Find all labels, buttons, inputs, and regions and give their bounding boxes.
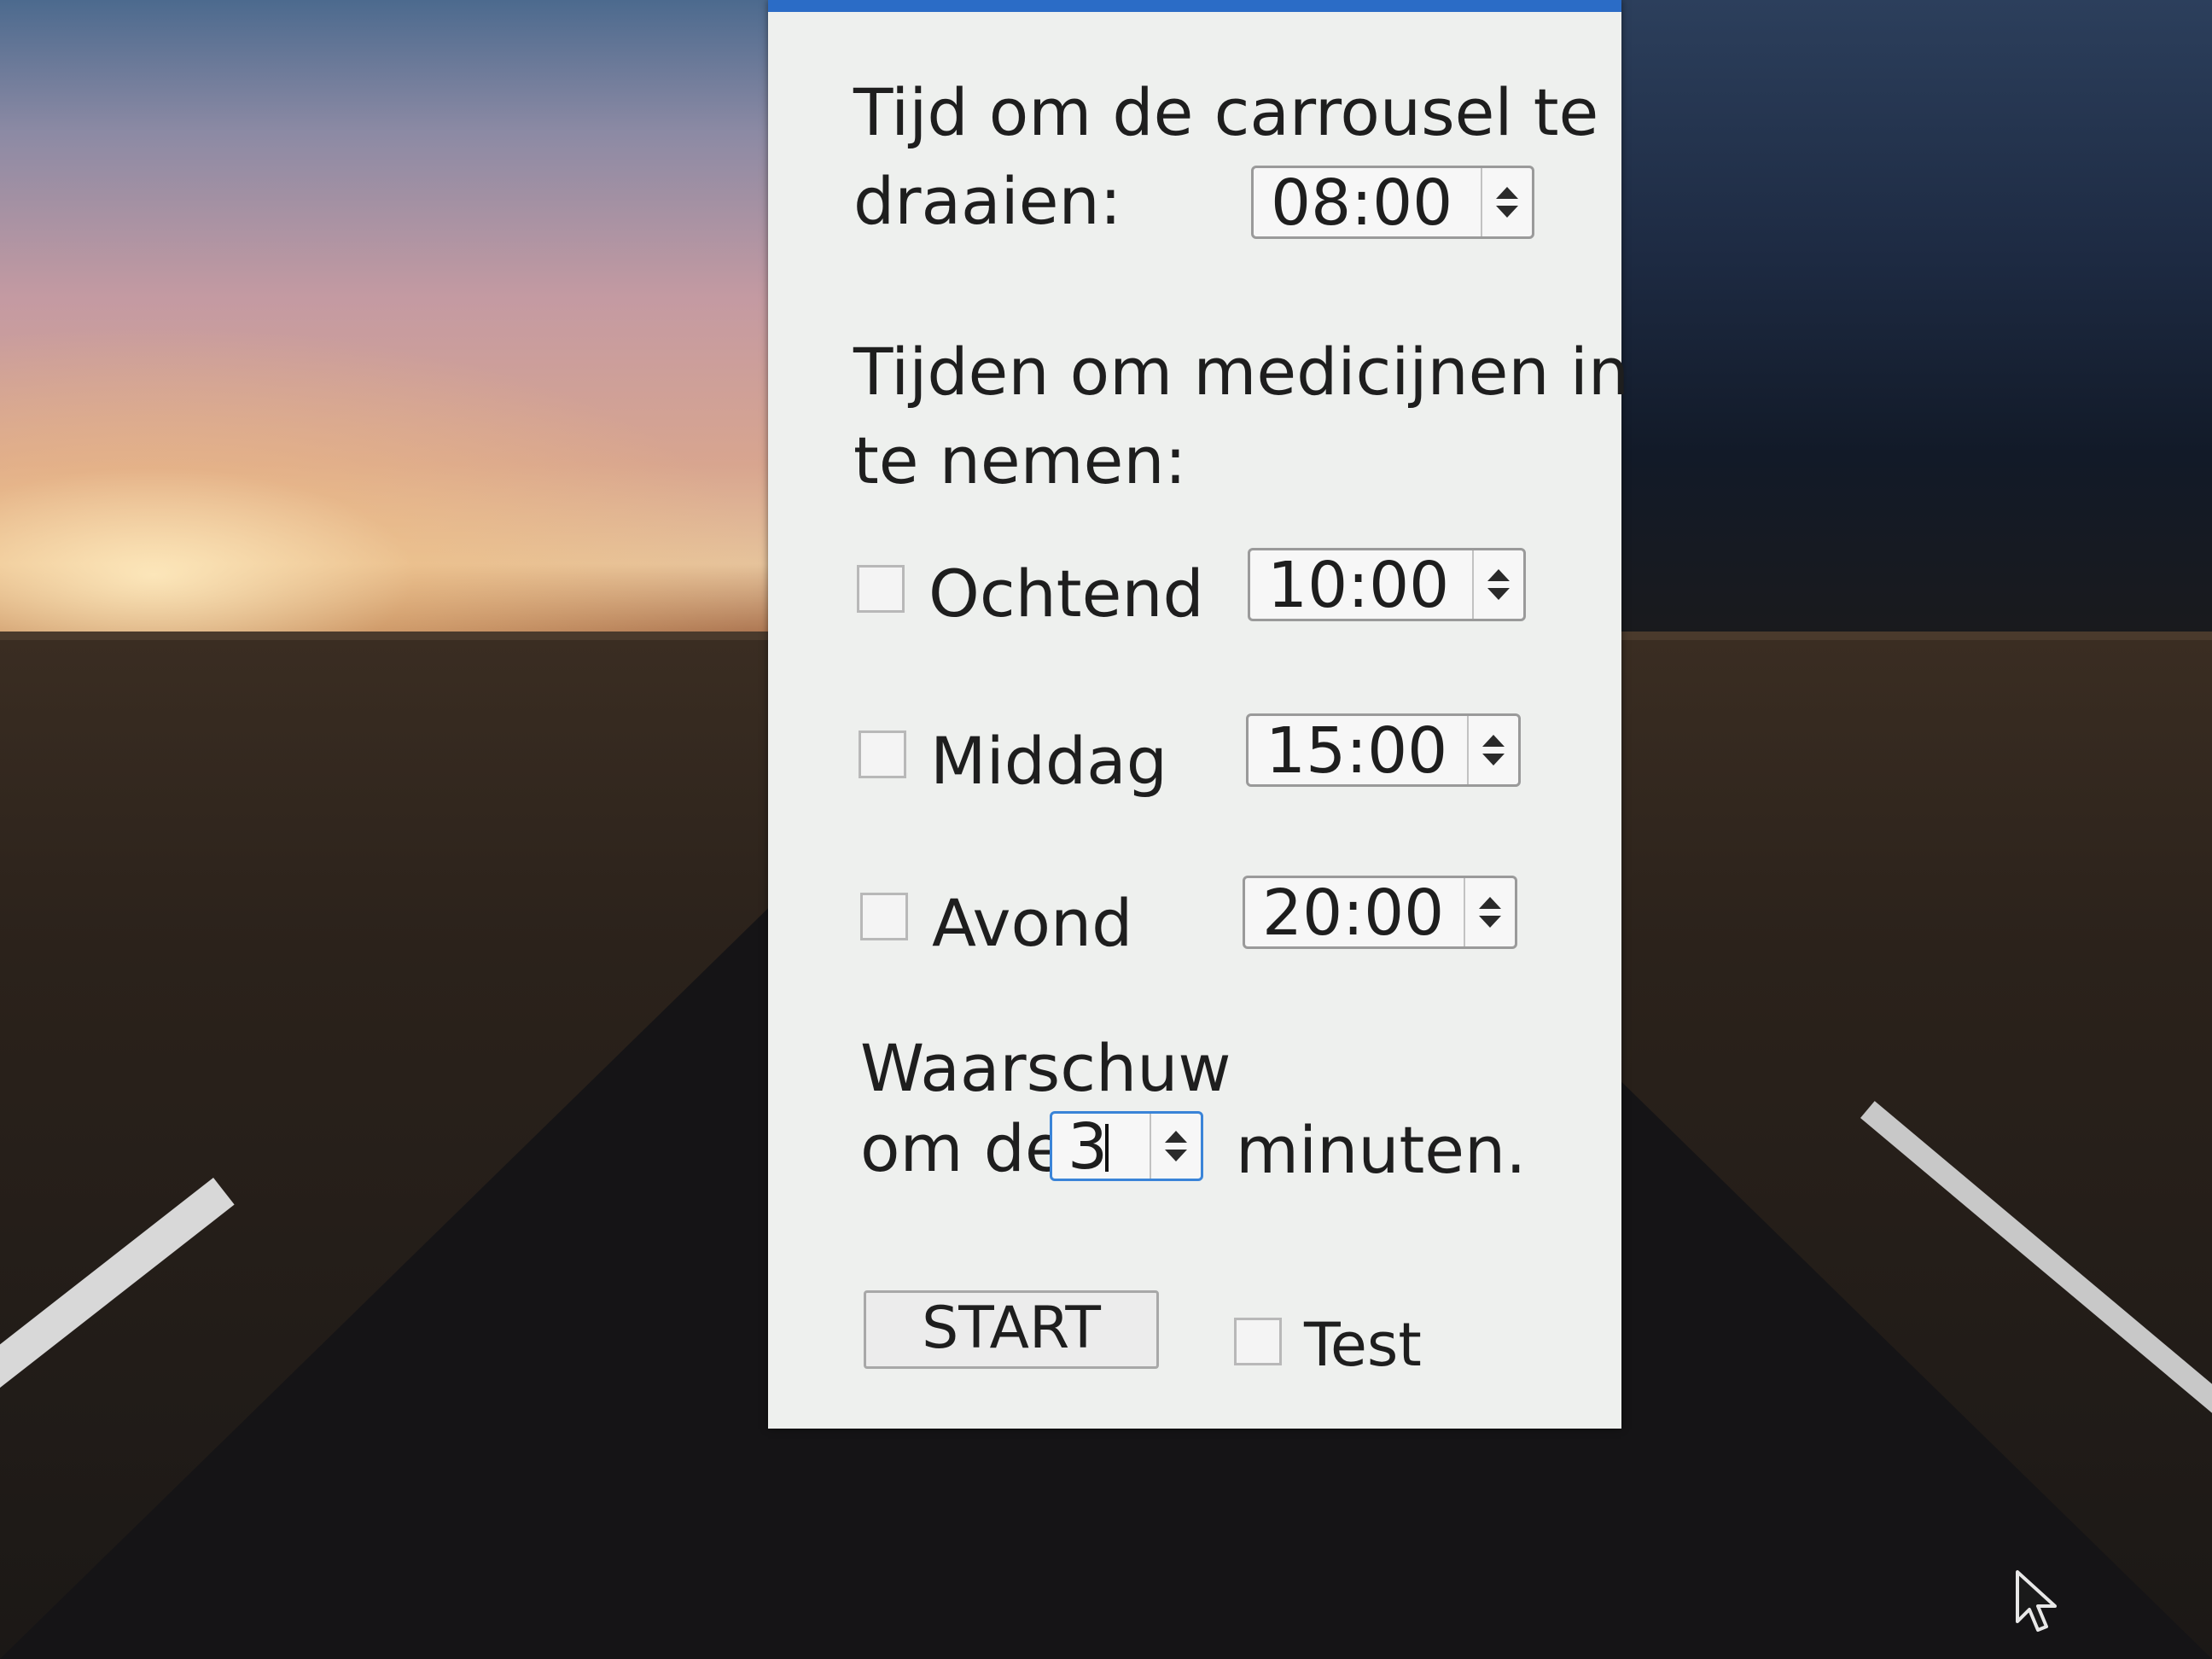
- spin-down-icon[interactable]: [1487, 588, 1510, 600]
- ochtend-label: Ochtend: [928, 556, 1204, 632]
- medicine-carousel-dialog: Tijd om de carrousel te draaien: 08:00 T…: [768, 0, 1629, 1429]
- warning-minutes-spin-arrows[interactable]: [1150, 1114, 1201, 1179]
- test-checkbox[interactable]: [1234, 1318, 1282, 1365]
- middag-label: Middag: [930, 723, 1167, 799]
- middag-time-value: 15:00: [1266, 714, 1448, 788]
- test-label: Test: [1304, 1310, 1422, 1380]
- warning-minutes-spinbox[interactable]: 3: [1050, 1111, 1203, 1181]
- spin-up-icon[interactable]: [1487, 569, 1510, 581]
- middag-time-spinbox[interactable]: 15:00: [1246, 713, 1521, 787]
- ochtend-time-value: 10:00: [1267, 549, 1450, 622]
- medicine-times-label-line2: te nemen:: [853, 422, 1187, 498]
- ochtend-time-spin-arrows[interactable]: [1472, 550, 1523, 619]
- spin-down-icon[interactable]: [1496, 206, 1518, 218]
- warning-label-line1: Waarschuw: [860, 1030, 1231, 1106]
- avond-time-spinbox[interactable]: 20:00: [1243, 876, 1517, 949]
- avond-checkbox[interactable]: [860, 893, 908, 940]
- carousel-time-value: 08:00: [1271, 166, 1453, 240]
- spin-up-icon[interactable]: [1479, 897, 1501, 909]
- spin-up-icon[interactable]: [1496, 187, 1518, 199]
- middag-checkbox[interactable]: [859, 731, 906, 778]
- start-button[interactable]: START: [864, 1290, 1159, 1369]
- avond-label: Avond: [932, 885, 1133, 961]
- wallpaper-sky: [1604, 0, 2212, 649]
- avond-time-value: 20:00: [1262, 876, 1445, 950]
- spin-down-icon[interactable]: [1479, 916, 1501, 928]
- warning-label-suffix: minuten.: [1236, 1112, 1527, 1188]
- text-caret: [1105, 1124, 1109, 1172]
- carousel-time-spin-arrows[interactable]: [1481, 168, 1532, 236]
- mouse-pointer-icon: [2016, 1570, 2057, 1632]
- wallpaper-sunset-glow: [0, 324, 768, 683]
- spin-down-icon[interactable]: [1482, 754, 1505, 765]
- carousel-time-spinbox[interactable]: 08:00: [1251, 166, 1534, 239]
- warning-label-prefix: om de: [860, 1110, 1065, 1186]
- ochtend-time-spinbox[interactable]: 10:00: [1248, 548, 1526, 621]
- warning-minutes-value: 3: [1068, 1110, 1109, 1184]
- carousel-time-label-line1: Tijd om de carrousel te: [853, 74, 1599, 150]
- spin-up-icon[interactable]: [1482, 735, 1505, 747]
- spin-up-icon[interactable]: [1165, 1131, 1187, 1143]
- medicine-times-label-line1: Tijden om medicijnen in: [853, 334, 1630, 410]
- carousel-time-label-line2: draaien:: [853, 163, 1122, 239]
- spin-down-icon[interactable]: [1165, 1150, 1187, 1161]
- middag-time-spin-arrows[interactable]: [1467, 716, 1518, 784]
- ochtend-checkbox[interactable]: [857, 565, 905, 613]
- avond-time-spin-arrows[interactable]: [1464, 878, 1515, 946]
